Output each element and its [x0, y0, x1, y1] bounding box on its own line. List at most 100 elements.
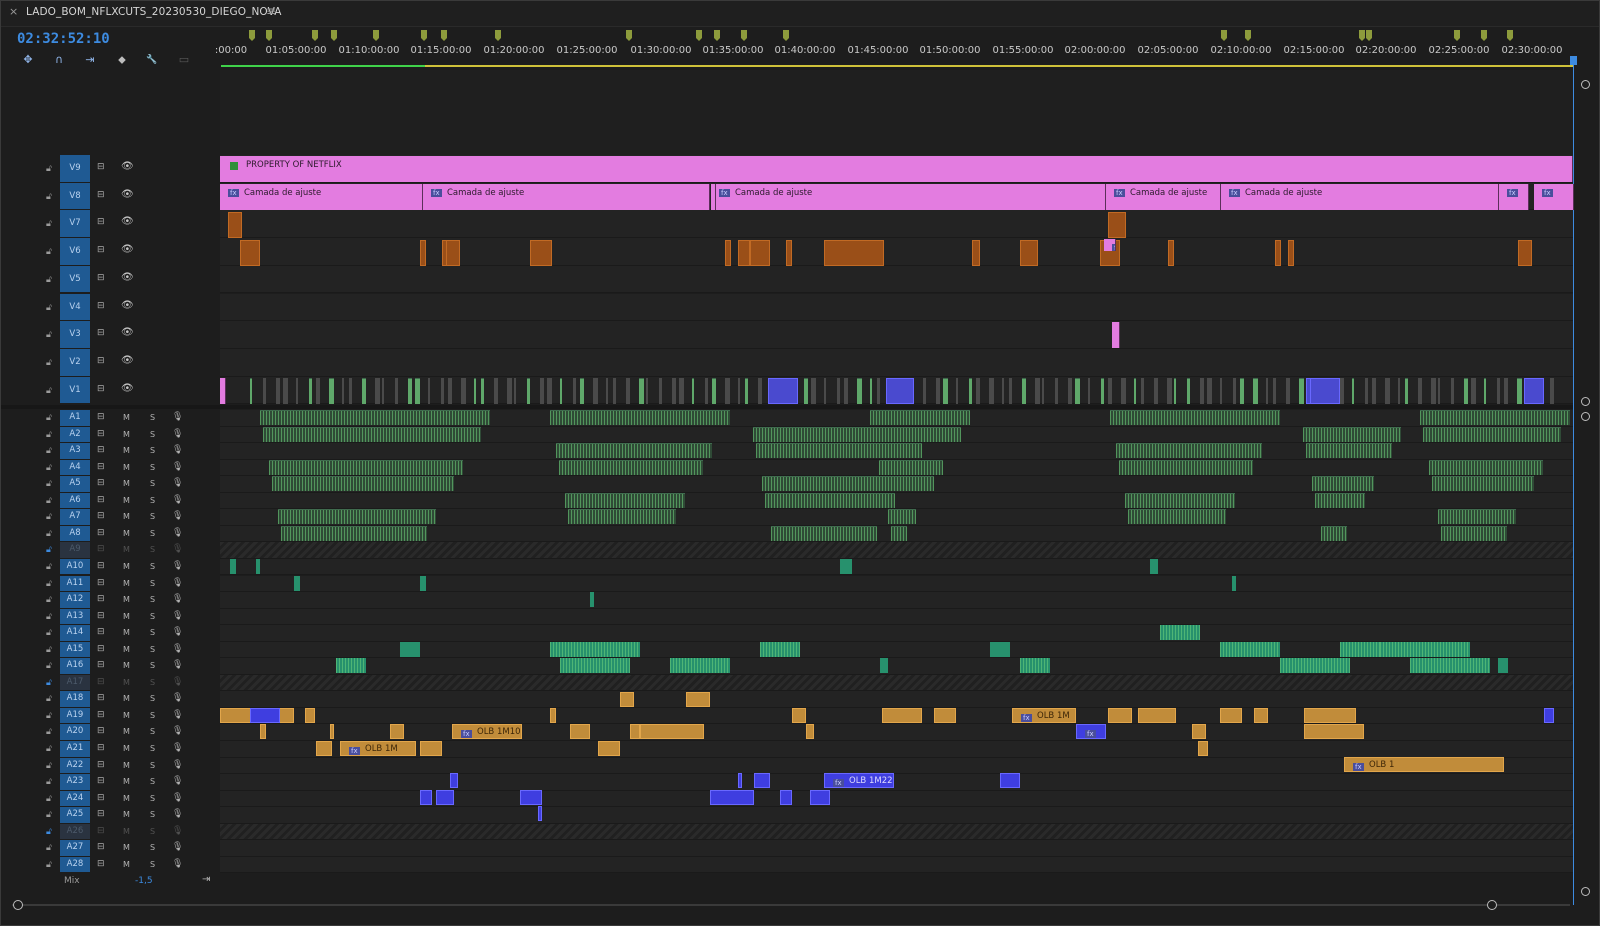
sync-lock-icon[interactable]: ⊟ [97, 356, 105, 366]
solo-button[interactable]: S [150, 529, 155, 538]
lock-icon[interactable]: 🔓︎ [46, 275, 56, 285]
audio-clip[interactable] [1340, 641, 1380, 657]
audio-zoom-bottom-handle[interactable] [1581, 887, 1590, 896]
audio-clip[interactable] [263, 426, 481, 442]
video-clip[interactable] [1286, 378, 1290, 404]
sync-lock-icon[interactable]: ⊟ [97, 190, 105, 200]
mix-volume-value[interactable]: -1,5 [135, 876, 153, 886]
playhead-handle[interactable] [1570, 56, 1577, 65]
track-target-a17[interactable]: A17 [60, 674, 90, 691]
sync-lock-icon[interactable]: ⊟ [97, 495, 105, 505]
eye-icon[interactable]: 👁︎ [121, 161, 134, 172]
lock-icon[interactable]: 🔓︎ [46, 678, 56, 688]
mute-button[interactable]: M [123, 628, 130, 637]
video-clip[interactable] [1174, 378, 1176, 404]
mute-button[interactable]: M [123, 446, 130, 455]
solo-button[interactable]: S [150, 612, 155, 621]
video-clip[interactable] [507, 378, 512, 404]
track-target-v6[interactable]: V6 [60, 238, 90, 265]
audio-clip[interactable] [1438, 509, 1516, 525]
video-clip[interactable] [738, 240, 750, 266]
track-target-a25[interactable]: A25 [60, 807, 90, 823]
mic-icon[interactable]: 🎙︎ [172, 478, 183, 488]
audio-clip[interactable] [1423, 426, 1561, 442]
audio-clip[interactable] [1125, 492, 1235, 508]
track-target-a26[interactable]: A26 [60, 823, 90, 840]
audio-clip[interactable] [400, 641, 420, 657]
video-clip[interactable] [1372, 378, 1376, 404]
eye-icon[interactable]: 👁︎ [121, 216, 134, 227]
music-clip[interactable] [686, 692, 710, 707]
video-clip[interactable] [712, 378, 716, 404]
video-clip[interactable] [804, 378, 808, 404]
video-clip[interactable] [969, 378, 972, 404]
mic-icon[interactable]: 🎙︎ [172, 544, 183, 554]
track-target-v2[interactable]: V2 [60, 348, 90, 376]
video-clip[interactable] [283, 378, 288, 404]
video-clip[interactable] [1504, 378, 1508, 404]
lock-icon[interactable]: 🔓︎ [46, 545, 56, 555]
solo-button[interactable]: S [150, 496, 155, 505]
mic-icon[interactable]: 🎙︎ [172, 495, 183, 505]
audio-clip[interactable] [294, 575, 300, 591]
video-clip[interactable] [923, 378, 926, 404]
video-clip[interactable] [1002, 378, 1004, 404]
audio-clip[interactable] [1315, 492, 1365, 508]
scroll-right-handle[interactable] [1487, 900, 1497, 910]
audio-clip[interactable] [1110, 410, 1280, 425]
music-clip[interactable] [934, 708, 956, 723]
track-target-a28[interactable]: A28 [60, 856, 90, 873]
time-ruler[interactable]: :00:00 01:05:00:00 01:10:00:00 01:15:00:00 0… [215, 26, 1574, 70]
audio-track-lane[interactable] [220, 592, 1574, 609]
mute-button[interactable]: M [123, 761, 130, 770]
video-clip[interactable] [606, 378, 608, 404]
video-clip[interactable] [976, 378, 980, 404]
adjustment-layer-clip[interactable]: fx [1534, 184, 1574, 210]
adjustment-layer-clip[interactable]: fx Camada de ajuste [1221, 184, 1499, 210]
eye-icon[interactable]: 👁︎ [121, 272, 134, 283]
video-clip[interactable] [540, 378, 544, 404]
track-target-a3[interactable]: A3 [60, 443, 90, 459]
lock-icon[interactable]: 🔓︎ [46, 496, 56, 506]
adjustment-layer-clip[interactable]: fx Camada de ajuste [711, 184, 1106, 210]
video-track-lane[interactable] [220, 265, 1574, 294]
music-clip[interactable] [882, 708, 922, 723]
audio-clip[interactable] [1000, 773, 1020, 788]
lock-icon[interactable]: 🔓︎ [46, 794, 56, 804]
sync-lock-icon[interactable]: ⊟ [97, 301, 105, 311]
mute-button[interactable]: M [123, 827, 130, 836]
video-clip[interactable] [1518, 240, 1532, 266]
sync-lock-icon[interactable]: ⊟ [97, 611, 105, 621]
music-clip[interactable] [1220, 708, 1242, 723]
mute-button[interactable]: M [123, 661, 130, 670]
track-target-a5[interactable]: A5 [60, 476, 90, 492]
lock-icon[interactable]: 🔓︎ [46, 446, 56, 456]
solo-button[interactable]: S [150, 761, 155, 770]
audio-clip[interactable] [1220, 641, 1280, 657]
video-clip[interactable] [768, 378, 798, 404]
mic-icon[interactable]: 🎙︎ [172, 429, 183, 439]
solo-button[interactable]: S [150, 562, 155, 571]
video-clip[interactable] [1233, 378, 1236, 404]
lock-icon[interactable]: 🔓︎ [46, 386, 56, 396]
video-clip[interactable] [527, 378, 530, 404]
video-track-lane[interactable] [220, 321, 1574, 349]
audio-clip[interactable] [568, 509, 676, 525]
solo-button[interactable]: S [150, 678, 155, 687]
track-target-a1[interactable]: A1 [60, 410, 90, 426]
music-clip[interactable] [1304, 708, 1356, 723]
linked-selection-icon[interactable]: ⇥ [82, 53, 98, 67]
adjustment-layer-clip[interactable]: fx Camada de ajuste [220, 184, 423, 210]
mic-icon[interactable]: 🎙︎ [172, 677, 183, 687]
video-clip[interactable] [1288, 240, 1294, 266]
timeline-marker[interactable] [1221, 30, 1227, 41]
eye-icon[interactable]: 👁︎ [121, 327, 134, 338]
video-clip[interactable] [1471, 378, 1476, 404]
mic-icon[interactable]: 🎙︎ [172, 793, 183, 803]
sync-lock-icon[interactable]: ⊟ [97, 594, 105, 604]
video-clip[interactable] [547, 378, 552, 404]
music-clip[interactable] [1138, 708, 1176, 723]
lock-icon[interactable]: 🔓︎ [46, 761, 56, 771]
mic-icon[interactable]: 🎙︎ [172, 644, 183, 654]
mute-button[interactable]: M [123, 430, 130, 439]
